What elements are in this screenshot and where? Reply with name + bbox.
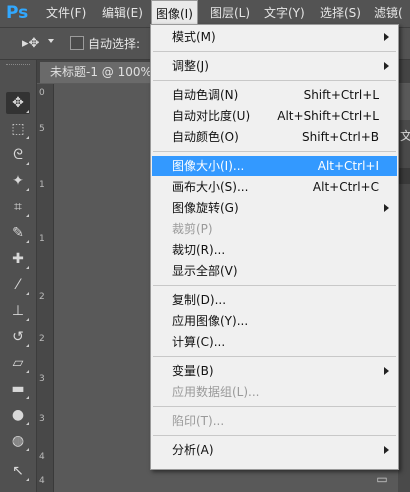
menu-item-label: 图像旋转(G): [172, 201, 239, 215]
menu-item-label: 变量(B): [172, 364, 214, 378]
vertical-ruler: 0 5 1 1 2 2 3 3 4 4: [37, 84, 54, 492]
panel-collapse-icon[interactable]: [398, 168, 410, 184]
menu-item-p: 裁剪(P): [152, 219, 397, 239]
menu-item-shortcut: Shift+Ctrl+B: [302, 130, 379, 144]
ruler-tick: 0: [39, 88, 45, 98]
menu-item-label: 自动颜色(O): [172, 130, 239, 144]
auto-select-checkbox[interactable]: [70, 36, 84, 50]
menu-item-shortcut: Shift+Ctrl+L: [303, 88, 379, 102]
menu-item-y[interactable]: 应用图像(Y)...: [152, 311, 397, 331]
menu-item-j[interactable]: 调整(J): [152, 56, 397, 76]
panel-grip[interactable]: [6, 64, 30, 69]
menu-item-i[interactable]: 图像大小(I)... Alt+Ctrl+I: [152, 156, 397, 176]
menu-item-t: 陷印(T)...: [152, 411, 397, 431]
menu-item-label: 自动色调(N): [172, 88, 239, 102]
menu-item-m[interactable]: 模式(M): [152, 27, 397, 47]
menu-separator: [153, 151, 396, 152]
menu-item-shortcut: Alt+Ctrl+C: [312, 180, 379, 194]
menu-item-label: 陷印(T)...: [172, 414, 225, 428]
menu-item-n[interactable]: 自动色调(N) Shift+Ctrl+L: [152, 85, 397, 105]
menu-item-label: 图像大小(I)...: [172, 159, 245, 173]
menu-filter[interactable]: 滤镜(: [370, 0, 407, 27]
eyedropper-icon[interactable]: ✎: [6, 222, 30, 244]
menu-image[interactable]: 图像(I): [151, 0, 198, 27]
menu-item-v[interactable]: 显示全部(V): [152, 261, 397, 281]
menu-item-label: 复制(D)...: [172, 293, 227, 307]
ruler-tick: 4: [39, 452, 45, 462]
magic-wand-icon[interactable]: ✦: [6, 170, 30, 192]
menu-select[interactable]: 选择(S): [316, 0, 365, 27]
ruler-tick: 1: [39, 180, 45, 190]
lasso-tool-icon[interactable]: ᘓ: [6, 144, 30, 166]
menu-item-label: 裁切(R)...: [172, 243, 226, 257]
menu-type[interactable]: 文字(Y): [260, 0, 309, 27]
path-selection-icon[interactable]: ↖: [6, 460, 30, 482]
menu-item-o[interactable]: 自动颜色(O) Shift+Ctrl+B: [152, 127, 397, 147]
blur-tool-icon[interactable]: ●: [6, 404, 30, 426]
menu-item-label: 调整(J): [172, 59, 209, 73]
chevron-down-icon[interactable]: [48, 39, 54, 43]
ruler-tick: 5: [39, 124, 45, 134]
menu-item-b[interactable]: 变量(B): [152, 361, 397, 381]
menu-item-l: 应用数据组(L)...: [152, 382, 397, 402]
brush-tool-icon[interactable]: ⁄: [6, 274, 30, 296]
crop-tool-icon[interactable]: ⌗: [6, 196, 30, 218]
menu-item-c[interactable]: 计算(C)...: [152, 332, 397, 352]
document-tab[interactable]: 未标题-1 @ 100%: [40, 62, 162, 83]
move-tool-icon[interactable]: ✥: [6, 92, 30, 114]
gradient-tool-icon[interactable]: ▬: [6, 378, 30, 400]
menu-item-label: 分析(A): [172, 443, 214, 457]
submenu-arrow-icon: [384, 62, 389, 70]
ruler-tick: 3: [39, 374, 45, 384]
menu-item-label: 自动对比度(U): [172, 109, 251, 123]
ruler-tick: 3: [39, 414, 45, 424]
menu-separator: [153, 285, 396, 286]
submenu-arrow-icon: [384, 33, 389, 41]
submenu-arrow-icon: [384, 204, 389, 212]
menu-separator: [153, 80, 396, 81]
menu-item-label: 模式(M): [172, 30, 216, 44]
menu-separator: [153, 406, 396, 407]
ruler-tick: 1: [39, 234, 45, 244]
ruler-tick: 2: [39, 334, 45, 344]
ruler-tick: 2: [39, 292, 45, 302]
submenu-arrow-icon: [384, 446, 389, 454]
menu-separator: [153, 356, 396, 357]
menu-separator: [153, 435, 396, 436]
history-brush-icon[interactable]: ↺: [6, 326, 30, 348]
menu-separator: [153, 51, 396, 52]
menu-item-r[interactable]: 裁切(R)...: [152, 240, 397, 260]
submenu-arrow-icon: [384, 367, 389, 375]
right-panel-label: 文: [400, 129, 410, 143]
menu-file[interactable]: 文件(F): [42, 0, 90, 27]
menu-item-label: 显示全部(V): [172, 264, 238, 278]
menu-item-label: 裁剪(P): [172, 222, 213, 236]
image-menu-dropdown: 模式(M) 调整(J) 自动色调(N) Shift+Ctrl+L 自动对比度(U) Alt…: [150, 24, 399, 470]
tools-panel: ✥ ⬚ ᘓ ✦ ⌗ ✎ ✚ ⁄ ⊥ ↺ ▱ ▬ ● ◍ ↖: [0, 60, 37, 492]
menu-item-label: 应用图像(Y)...: [172, 314, 249, 328]
move-icon[interactable]: ▸✥: [22, 36, 46, 52]
ruler-tick: 4: [39, 476, 45, 486]
menu-item-g[interactable]: 图像旋转(G): [152, 198, 397, 218]
eraser-panel-icon[interactable]: ▭: [365, 472, 399, 490]
healing-brush-icon[interactable]: ✚: [6, 248, 30, 270]
menu-edit[interactable]: 编辑(E): [98, 0, 147, 27]
menu-item-shortcut: Alt+Shift+Ctrl+L: [277, 109, 379, 123]
menu-item-u[interactable]: 自动对比度(U) Alt+Shift+Ctrl+L: [152, 106, 397, 126]
menu-item-label: 应用数据组(L)...: [172, 385, 260, 399]
dodge-tool-icon[interactable]: ◍: [6, 430, 30, 452]
menu-item-shortcut: Alt+Ctrl+I: [317, 159, 379, 173]
eraser-icon[interactable]: ▱: [6, 352, 30, 374]
photoshop-logo: Ps: [6, 3, 29, 23]
auto-select-label: 自动选择:: [88, 37, 141, 51]
menu-item-label: 计算(C)...: [172, 335, 226, 349]
marquee-tool-icon[interactable]: ⬚: [6, 118, 30, 140]
menu-layer[interactable]: 图层(L): [206, 0, 254, 27]
menu-item-s[interactable]: 画布大小(S)... Alt+Ctrl+C: [152, 177, 397, 197]
clone-stamp-icon[interactable]: ⊥: [6, 300, 30, 322]
menu-item-d[interactable]: 复制(D)...: [152, 290, 397, 310]
menu-item-a[interactable]: 分析(A): [152, 440, 397, 460]
menu-item-label: 画布大小(S)...: [172, 180, 249, 194]
